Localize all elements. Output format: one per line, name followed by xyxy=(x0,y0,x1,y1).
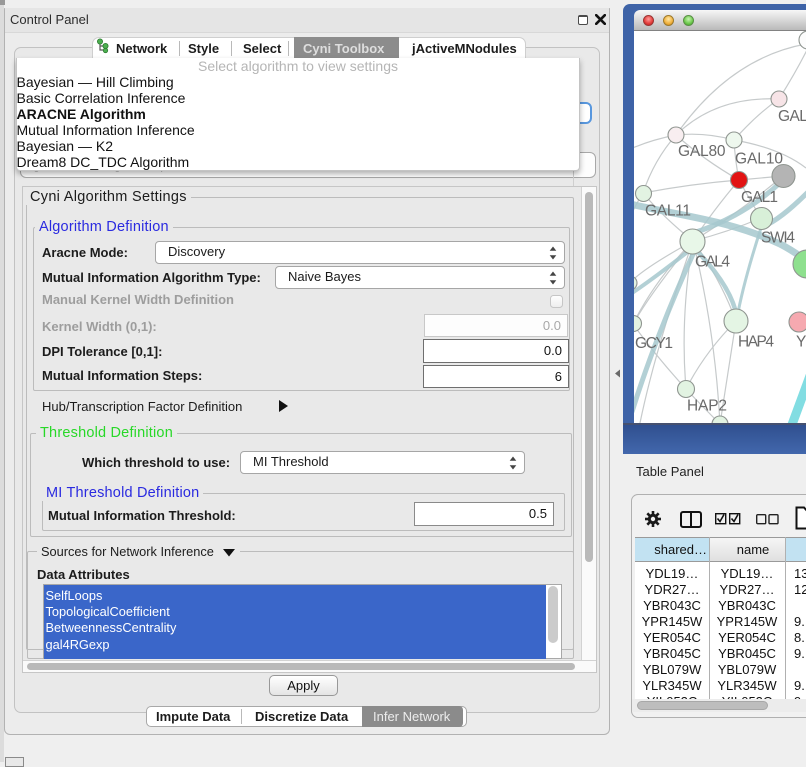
svg-text:GAL80: GAL80 xyxy=(678,143,726,160)
svg-text:GCY1: GCY1 xyxy=(635,335,673,352)
svg-text:GAL1: GAL1 xyxy=(741,189,778,206)
svg-text:GAL11: GAL11 xyxy=(645,203,691,220)
svg-text:GAL4: GAL4 xyxy=(695,254,730,271)
svg-text:GAL10: GAL10 xyxy=(735,151,783,168)
svg-text:HAP2: HAP2 xyxy=(687,398,727,415)
svg-text:SWI4: SWI4 xyxy=(761,230,795,247)
svg-text:HAP4: HAP4 xyxy=(738,334,774,351)
svg-text:YM: YM xyxy=(796,334,806,351)
svg-text:GAL7: GAL7 xyxy=(778,108,806,125)
